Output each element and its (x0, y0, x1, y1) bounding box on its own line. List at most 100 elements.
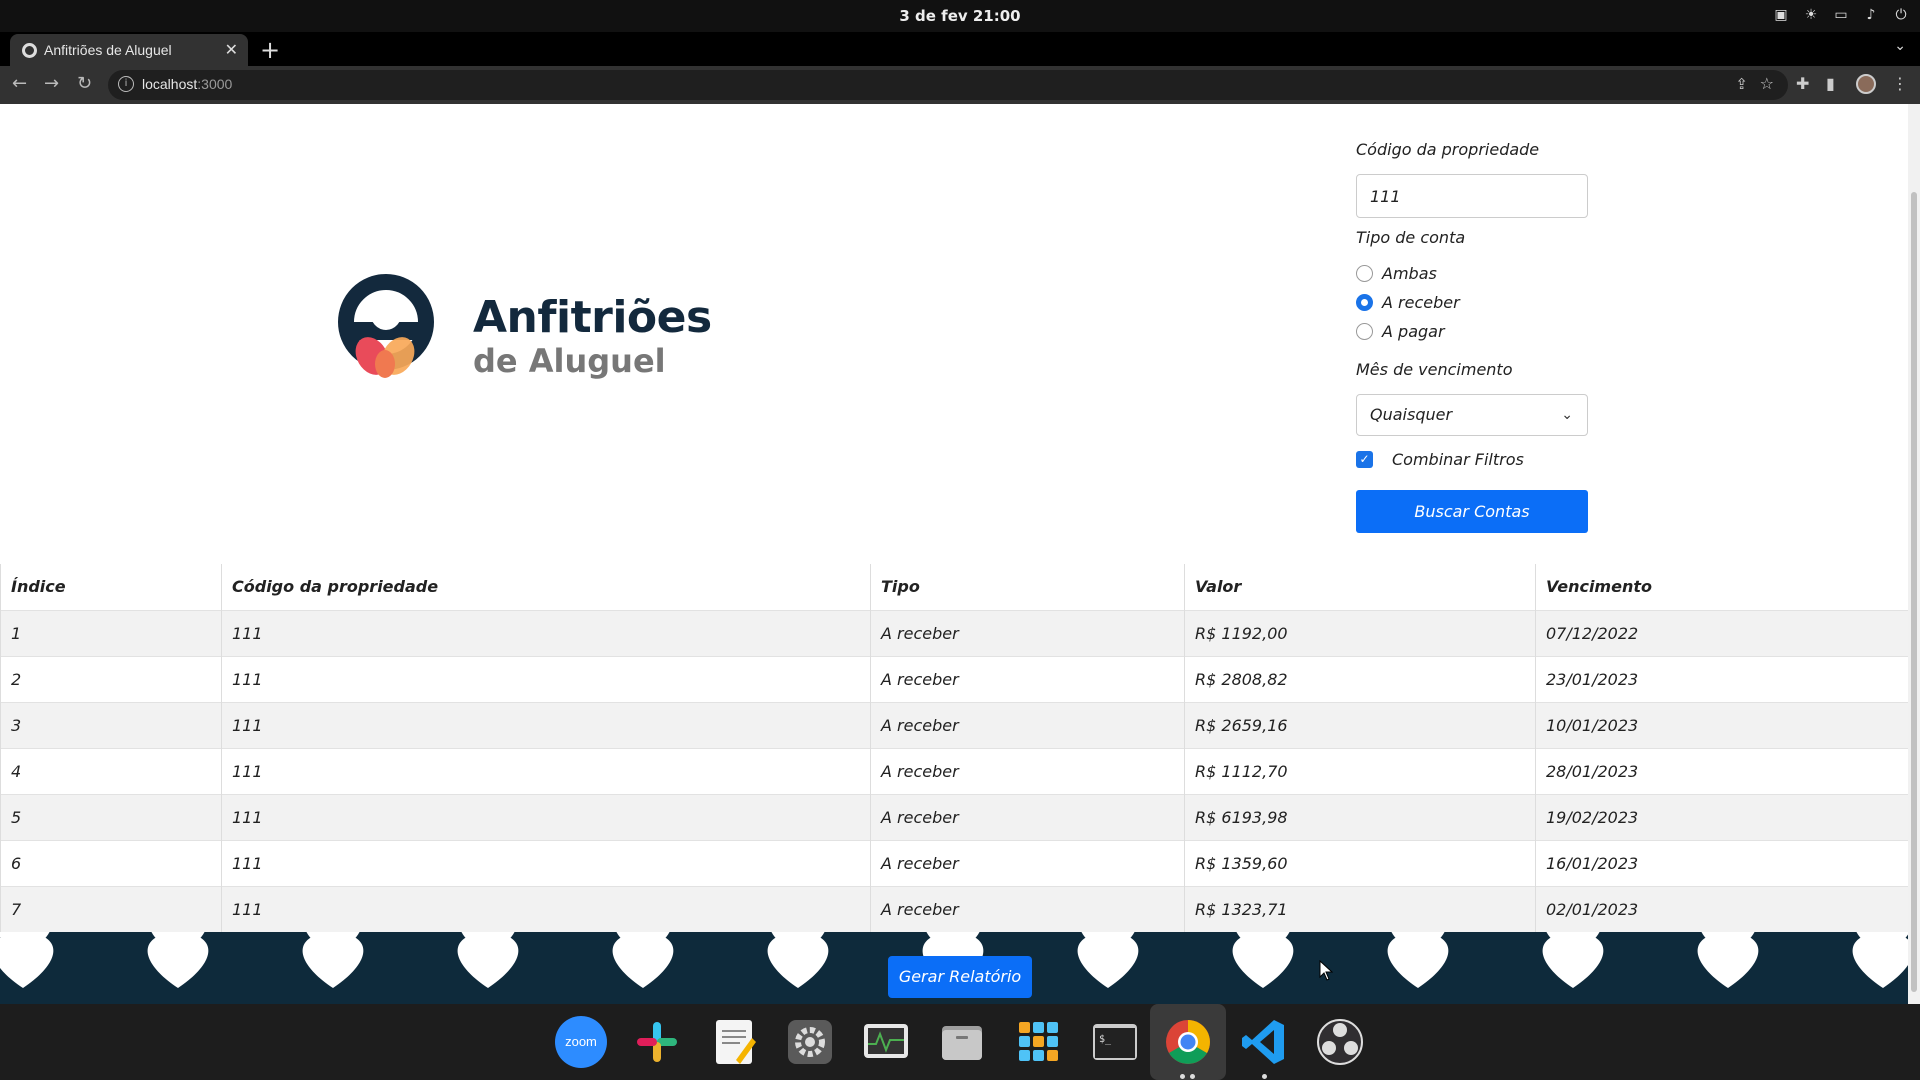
obs-app-icon[interactable] (1314, 1016, 1366, 1068)
radio-circle-icon[interactable] (1356, 264, 1373, 282)
cell-due-date: 19/02/2023 (1535, 793, 1908, 840)
generate-report-button[interactable]: Gerar Relatório (888, 956, 1032, 998)
header-type: Tipo (870, 564, 1185, 610)
search-accounts-button[interactable]: Buscar Contas (1356, 490, 1588, 533)
chrome-app-icon[interactable] (1162, 1016, 1214, 1068)
system-top-bar: 3 de fev 21:00 ▣ ☀ ▭ ♪ ⏻ (0, 0, 1920, 32)
table-row: 1 111 A receber R$ 1192,00 07/12/2022 (0, 609, 1908, 656)
cell-value: R$ 1323,71 (1184, 885, 1536, 932)
share-icon[interactable]: ⇪ (1735, 75, 1748, 93)
due-month-label: Mês de vencimento (1356, 360, 1513, 379)
zoom-app-label: zoom (565, 1034, 597, 1049)
new-tab-icon[interactable]: + (260, 36, 280, 64)
text-editor-app-icon[interactable] (708, 1016, 760, 1068)
files-app-icon[interactable] (936, 1016, 988, 1068)
cell-type: A receber (870, 609, 1185, 656)
checkbox-checked-icon[interactable]: ✓ (1356, 451, 1373, 468)
page-scrollbar[interactable] (1908, 104, 1920, 1004)
radio-a-pagar[interactable]: A pagar (1356, 320, 1445, 342)
header-index: Índice (0, 564, 222, 610)
url-host: localhost (142, 76, 198, 92)
header-value: Valor (1184, 564, 1536, 610)
settings-app-icon[interactable] (784, 1016, 836, 1068)
combine-filters-label: Combinar Filtros (1392, 450, 1524, 469)
chevron-down-icon: ⌄ (1561, 407, 1573, 423)
cell-property-code: 111 (221, 793, 871, 840)
cell-due-date: 28/01/2023 (1535, 747, 1908, 794)
table-header-row: Índice Código da propriedade Tipo Valor … (0, 564, 1908, 610)
system-monitor-app-icon[interactable] (860, 1016, 912, 1068)
page-footer-band: Gerar Relatório (0, 932, 1908, 1004)
browser-menu-icon[interactable]: ⋮ (1892, 74, 1908, 93)
table-row: 6 111 A receber R$ 1359,60 16/01/2023 (0, 839, 1908, 886)
scrollbar-thumb[interactable] (1911, 192, 1917, 992)
brand-logo-mark-icon (338, 274, 434, 378)
back-arrow-icon[interactable]: ← (12, 73, 27, 94)
web-page: Anfitriões de Aluguel Código da propried… (0, 104, 1908, 1004)
brand-name-line1: Anfitriões (473, 292, 712, 343)
property-code-label: Código da propriedade (1356, 140, 1540, 159)
system-tray: ▣ ☀ ▭ ♪ ⏻ (1772, 6, 1910, 24)
tab-close-icon[interactable]: ✕ (225, 40, 238, 59)
svg-text:$_: $_ (1099, 1034, 1112, 1045)
due-month-select[interactable]: Quaisquer ⌄ (1356, 394, 1588, 436)
system-clock[interactable]: 3 de fev 21:00 (0, 7, 1920, 25)
cell-index: 4 (0, 747, 222, 794)
volume-icon[interactable]: ♪ (1862, 6, 1880, 24)
cell-type: A receber (870, 793, 1185, 840)
dock-running-indicator (1190, 1074, 1195, 1079)
site-info-icon[interactable]: i (118, 76, 134, 92)
dock-running-indicator (1262, 1074, 1267, 1079)
vscode-app-icon[interactable] (1238, 1016, 1290, 1068)
cell-type: A receber (870, 655, 1185, 702)
cell-value: R$ 2659,16 (1184, 701, 1536, 748)
cell-index: 2 (0, 655, 222, 702)
bookmark-star-icon[interactable]: ☆ (1760, 74, 1774, 93)
cell-value: R$ 1112,70 (1184, 747, 1536, 794)
due-month-value: Quaisquer (1370, 405, 1453, 424)
cell-value: R$ 1359,60 (1184, 839, 1536, 886)
profile-avatar[interactable] (1856, 74, 1876, 94)
cell-property-code: 111 (221, 885, 871, 932)
cell-due-date: 23/01/2023 (1535, 655, 1908, 702)
tab-favicon-icon (22, 43, 37, 58)
cell-type: A receber (870, 701, 1185, 748)
browser-tab[interactable]: Anfitriões de Aluguel ✕ (10, 34, 248, 66)
radio-ambas[interactable]: Ambas (1356, 262, 1437, 284)
property-code-input[interactable] (1356, 174, 1588, 218)
accounts-table: Índice Código da propriedade Tipo Valor … (0, 564, 1908, 932)
reload-icon[interactable]: ↻ (77, 73, 92, 94)
side-panel-icon[interactable]: ▮ (1826, 74, 1835, 93)
cell-due-date: 10/01/2023 (1535, 701, 1908, 748)
combine-filters-checkbox[interactable]: ✓ Combinar Filtros (1356, 450, 1524, 469)
url-text[interactable]: localhost:3000 (142, 76, 232, 92)
brightness-icon[interactable]: ☀ (1802, 6, 1820, 24)
forward-arrow-icon[interactable]: → (44, 73, 59, 94)
cell-due-date: 02/01/2023 (1535, 885, 1908, 932)
cell-due-date: 16/01/2023 (1535, 839, 1908, 886)
address-bar[interactable]: i localhost:3000 ⇪ ☆ (108, 70, 1788, 100)
radio-a-receber[interactable]: A receber (1356, 291, 1460, 313)
cell-property-code: 111 (221, 609, 871, 656)
radio-circle-icon[interactable] (1356, 322, 1373, 340)
browser-toolbar: ← → ↻ i localhost:3000 ⇪ ☆ ✚ ▮ ⋮ (0, 66, 1920, 104)
terminal-app-icon[interactable]: $_ (1089, 1016, 1141, 1068)
header-property-code: Código da propriedade (221, 564, 871, 610)
table-row: 7 111 A receber R$ 1323,71 02/01/2023 (0, 885, 1908, 932)
radio-circle-selected-icon[interactable] (1356, 293, 1373, 311)
cell-property-code: 111 (221, 839, 871, 886)
power-icon[interactable]: ⏻ (1892, 6, 1910, 24)
slack-app-icon[interactable] (631, 1016, 683, 1068)
cell-value: R$ 1192,00 (1184, 609, 1536, 656)
tab-title: Anfitriões de Aluguel (44, 42, 172, 58)
cell-type: A receber (870, 747, 1185, 794)
extensions-puzzle-icon[interactable]: ✚ (1796, 74, 1809, 93)
tab-search-chevron-icon[interactable]: ⌄ (1894, 38, 1906, 54)
zoom-app-icon[interactable]: zoom (555, 1016, 607, 1068)
cell-index: 7 (0, 885, 222, 932)
screen-share-icon[interactable]: ▣ (1772, 6, 1790, 24)
app-grid-icon[interactable] (1013, 1016, 1065, 1068)
display-icon[interactable]: ▭ (1832, 6, 1850, 24)
radio-label: A receber (1382, 292, 1460, 312)
header-due-date: Vencimento (1535, 564, 1908, 610)
